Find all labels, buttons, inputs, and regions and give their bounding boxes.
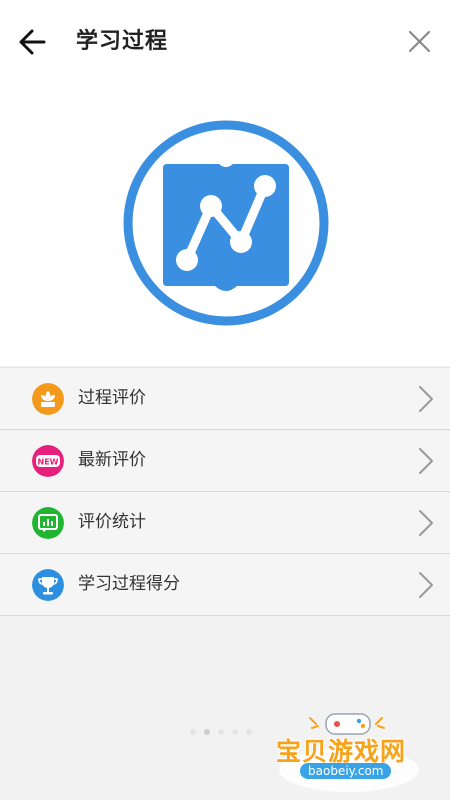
- menu-item-label: 过程评价: [78, 388, 146, 408]
- menu-item-label: 评价统计: [78, 512, 146, 532]
- menu-list: 过程评价 NEW 最新评价 评价统计 学习过程得分: [0, 367, 450, 616]
- page-dot: [232, 729, 238, 735]
- close-button[interactable]: [402, 26, 436, 58]
- trophy-icon: [32, 569, 64, 601]
- menu-item-label: 最新评价: [78, 450, 146, 470]
- menu-item-evaluation-statistics[interactable]: 评价统计: [0, 492, 450, 554]
- learning-process-logo-icon: [123, 120, 329, 326]
- page-dot: [218, 729, 224, 735]
- chevron-right-icon: [419, 572, 433, 598]
- arrow-left-icon: [19, 29, 46, 55]
- menu-item-label: 学习过程得分: [78, 574, 180, 594]
- chevron-right-icon: [419, 510, 433, 536]
- menu-item-learning-process-score[interactable]: 学习过程得分: [0, 554, 450, 616]
- chevron-right-icon: [419, 386, 433, 412]
- back-button[interactable]: [14, 26, 54, 58]
- watermark-url: baobeiy.com: [300, 763, 392, 779]
- chart-monitor-icon: [32, 507, 64, 539]
- page-dot: [190, 729, 196, 735]
- hero-section: [0, 84, 450, 366]
- app-header: 学习过程: [0, 0, 450, 84]
- page-title: 学习过程: [76, 29, 169, 54]
- chevron-right-icon: [419, 448, 433, 474]
- menu-item-latest-evaluation[interactable]: NEW 最新评价: [0, 430, 450, 492]
- menu-item-process-evaluation[interactable]: 过程评价: [0, 367, 450, 430]
- page-dot-active: [204, 729, 210, 735]
- page-indicator: [190, 729, 252, 737]
- watermark: 宝贝游戏网 baobeiy.com: [274, 708, 424, 792]
- close-icon: [408, 30, 431, 53]
- new-badge-icon: NEW: [32, 445, 64, 477]
- new-badge-text: NEW: [38, 458, 59, 467]
- page-dot: [246, 729, 252, 735]
- flower-icon: [32, 383, 64, 415]
